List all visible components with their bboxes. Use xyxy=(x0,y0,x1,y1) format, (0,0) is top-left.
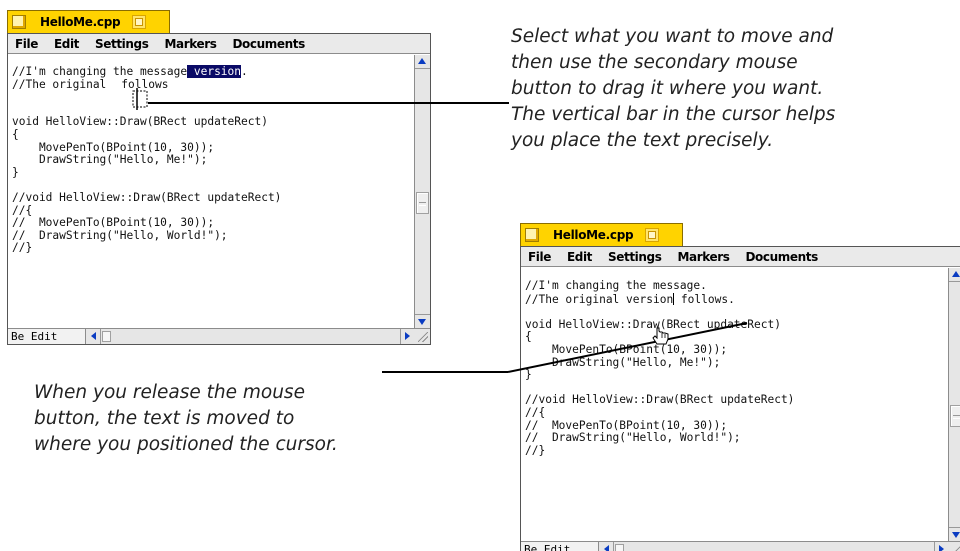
window-frame: File Edit Settings Markers Documents //I… xyxy=(7,33,431,345)
code-text-area[interactable]: //I'm changing the message version. //Th… xyxy=(8,55,414,328)
window-title: HelloMe.cpp xyxy=(40,15,121,29)
release-instructions: When you release the mouse button, the t… xyxy=(34,382,338,455)
menu-bar: File Edit Settings Markers Documents xyxy=(8,34,430,54)
scroll-down-arrow-icon[interactable] xyxy=(415,314,430,328)
menu-file[interactable]: File xyxy=(15,37,38,51)
editor-window-after: HelloMe.cpp File Edit Settings Markers D… xyxy=(520,223,960,551)
vertical-scrollbar[interactable] xyxy=(948,268,960,541)
scroll-left-arrow-icon[interactable] xyxy=(600,542,614,551)
code-body: void HelloView::Draw(BRect updateRect) {… xyxy=(12,115,282,255)
scroll-down-arrow-icon[interactable] xyxy=(949,527,960,541)
menu-bar: File Edit Settings Markers Documents xyxy=(521,247,960,267)
window-title: HelloMe.cpp xyxy=(553,228,634,242)
status-bar: Be Edit xyxy=(8,328,430,344)
scroll-thumb[interactable] xyxy=(416,192,429,214)
resize-grip-icon[interactable] xyxy=(948,542,960,551)
scroll-left-arrow-icon[interactable] xyxy=(87,329,101,344)
window-tab[interactable]: HelloMe.cpp xyxy=(520,223,683,246)
menu-edit[interactable]: Edit xyxy=(54,37,79,51)
scroll-right-arrow-icon[interactable] xyxy=(934,542,948,551)
code-line-1: //I'm changing the message. xyxy=(525,279,707,292)
code-line-2-end: follows. xyxy=(674,292,735,306)
horizontal-scroll-thumb[interactable] xyxy=(102,331,111,342)
code-text: //I'm changing the message. //The origin… xyxy=(521,268,948,457)
code-body: void HelloView::Draw(BRect updateRect) {… xyxy=(525,317,795,457)
scroll-up-arrow-icon[interactable] xyxy=(949,268,960,282)
scroll-thumb[interactable] xyxy=(950,405,960,427)
zoom-box-icon[interactable] xyxy=(645,228,660,242)
drag-instructions: Select what you want to move and then us… xyxy=(511,26,836,151)
close-box-icon[interactable] xyxy=(12,15,26,29)
menu-markers[interactable]: Markers xyxy=(164,37,216,51)
menu-markers[interactable]: Markers xyxy=(677,250,729,264)
menu-file[interactable]: File xyxy=(528,250,551,264)
code-line-1-end: . xyxy=(241,65,248,78)
close-box-icon[interactable] xyxy=(525,228,539,242)
status-bar: Be Edit xyxy=(521,541,960,551)
window-tab[interactable]: HelloMe.cpp xyxy=(7,10,170,33)
menu-documents[interactable]: Documents xyxy=(745,250,818,264)
code-line-2: //The original version xyxy=(525,292,674,306)
code-line-1: //I'm changing the message xyxy=(12,65,188,78)
menu-settings[interactable]: Settings xyxy=(608,250,662,264)
code-text: //I'm changing the message version. //Th… xyxy=(8,55,414,255)
status-label: Be Edit xyxy=(8,329,86,344)
menu-documents[interactable]: Documents xyxy=(232,37,305,51)
scroll-up-arrow-icon[interactable] xyxy=(415,55,430,69)
menu-edit[interactable]: Edit xyxy=(567,250,592,264)
zoom-box-icon[interactable] xyxy=(132,15,147,29)
code-line-2: //The original xyxy=(12,77,107,91)
editor-window-before: HelloMe.cpp File Edit Settings Markers D… xyxy=(7,10,431,345)
code-text-area[interactable]: //I'm changing the message. //The origin… xyxy=(521,268,948,541)
status-label: Be Edit xyxy=(521,542,599,551)
scroll-right-arrow-icon[interactable] xyxy=(400,329,414,344)
window-frame: File Edit Settings Markers Documents //I… xyxy=(520,246,960,551)
horizontal-scroll-thumb[interactable] xyxy=(615,544,624,551)
vertical-scrollbar[interactable] xyxy=(414,55,430,328)
menu-settings[interactable]: Settings xyxy=(95,37,149,51)
resize-grip-icon[interactable] xyxy=(414,329,430,344)
code-line-2-end: follows xyxy=(121,77,169,91)
selected-text[interactable]: version xyxy=(187,65,242,78)
